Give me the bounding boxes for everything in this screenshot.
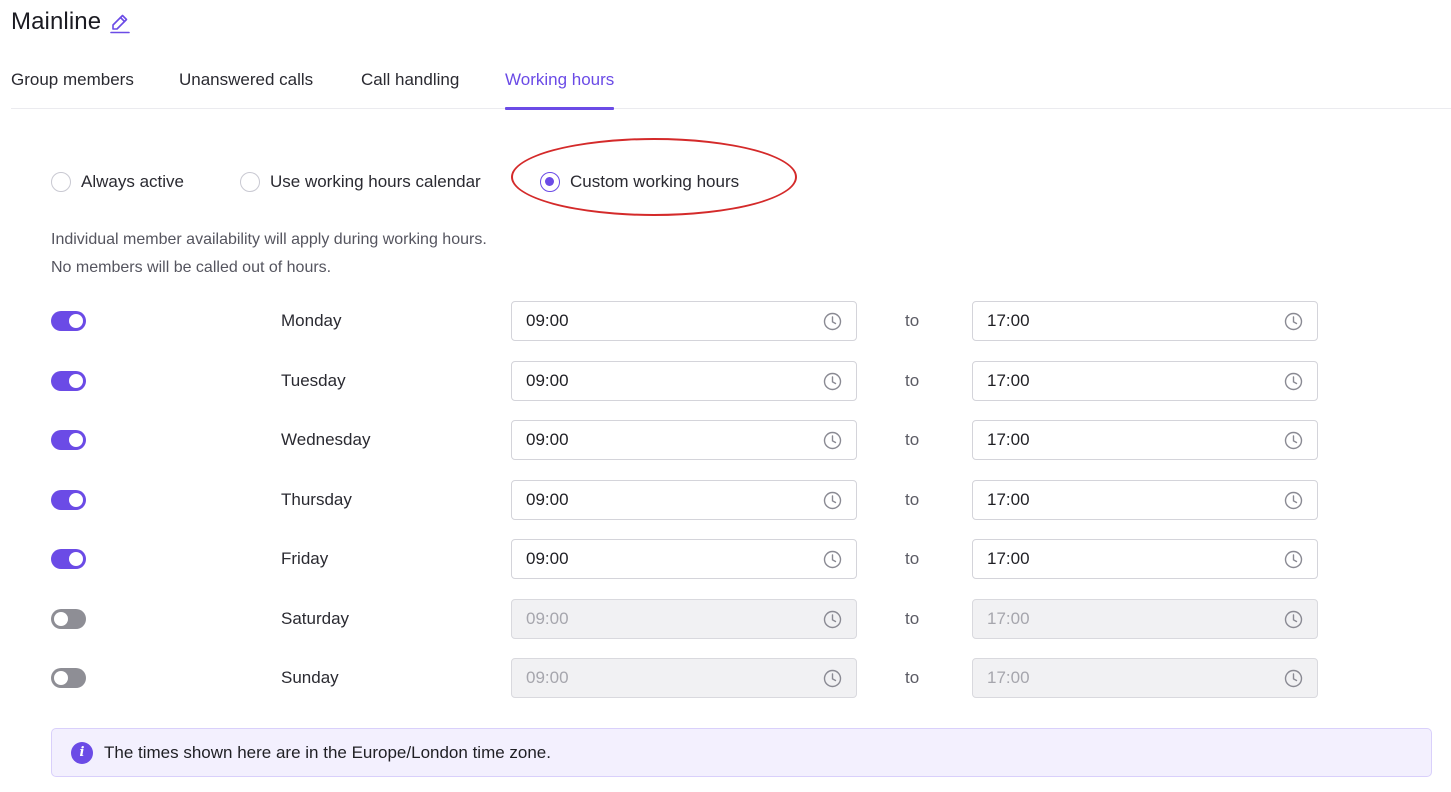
day-label: Sunday: [281, 668, 339, 687]
page-title: Mainline: [11, 8, 102, 35]
to-separator: to: [905, 311, 920, 330]
end-time-input[interactable]: 17:00: [972, 301, 1318, 341]
toggle-knob: [69, 433, 83, 447]
info-icon: i: [71, 741, 93, 764]
to-separator: to: [905, 490, 920, 509]
day-toggle[interactable]: [51, 490, 86, 510]
end-time-input[interactable]: 17:00: [972, 361, 1318, 401]
day-label: Monday: [281, 311, 342, 330]
end-time-value: 17:00: [987, 311, 1030, 330]
start-time-input: 09:00: [511, 658, 857, 698]
end-time-input[interactable]: 17:00: [972, 480, 1318, 520]
start-time-value: 09:00: [526, 549, 569, 568]
end-time-value: 17:00: [987, 549, 1030, 568]
clock-icon[interactable]: [823, 550, 842, 569]
clock-icon[interactable]: [823, 431, 842, 450]
availability-info-line-2: No members will be called out of hours.: [51, 259, 332, 276]
start-time-value: 09:00: [526, 311, 569, 330]
clock-icon: [1284, 610, 1303, 629]
end-time-input: 17:00: [972, 658, 1318, 698]
to-separator: to: [905, 609, 920, 628]
start-time-value: 09:00: [526, 668, 569, 687]
tab-bar: Group members Unanswered calls Call hand…: [11, 58, 1451, 110]
day-label: Wednesday: [281, 430, 371, 449]
start-time-input[interactable]: 09:00: [511, 361, 857, 401]
tab-working-hours[interactable]: Working hours: [505, 58, 615, 110]
start-time-input[interactable]: 09:00: [511, 420, 857, 460]
clock-icon[interactable]: [1284, 372, 1303, 391]
toggle-knob: [54, 612, 68, 626]
clock-icon[interactable]: [1284, 491, 1303, 510]
start-time-input[interactable]: 09:00: [511, 539, 857, 579]
day-row-sunday: Sunday 09:00 to 17:00: [51, 658, 1321, 698]
end-time-value: 17:00: [987, 668, 1030, 687]
radio-label: Custom working hours: [570, 172, 740, 191]
day-toggle[interactable]: [51, 549, 86, 569]
start-time-input: 09:00: [511, 599, 857, 639]
to-separator: to: [905, 430, 920, 449]
toggle-knob: [69, 552, 83, 566]
end-time-input[interactable]: 17:00: [972, 420, 1318, 460]
clock-icon: [1284, 669, 1303, 688]
clock-icon[interactable]: [823, 372, 842, 391]
day-row-saturday: Saturday 09:00 to 17:00: [51, 599, 1321, 639]
timezone-notice-text: The times shown here are in the Europe/L…: [104, 742, 551, 762]
start-time-value: 09:00: [526, 430, 569, 449]
end-time-value: 17:00: [987, 490, 1030, 509]
clock-icon[interactable]: [1284, 550, 1303, 569]
start-time-value: 09:00: [526, 371, 569, 390]
availability-info-line-1: Individual member availability will appl…: [51, 231, 487, 248]
day-row-friday: Friday 09:00 to 17:00: [51, 539, 1321, 579]
day-row-wednesday: Wednesday 09:00 to 17:00: [51, 420, 1321, 460]
toggle-knob: [69, 314, 83, 328]
toggle-knob: [54, 671, 68, 685]
end-time-value: 17:00: [987, 430, 1030, 449]
end-time-value: 17:00: [987, 371, 1030, 390]
end-time-input[interactable]: 17:00: [972, 539, 1318, 579]
radio-always-active[interactable]: Always active: [51, 170, 184, 194]
start-time-input[interactable]: 09:00: [511, 480, 857, 520]
tab-group-members[interactable]: Group members: [11, 58, 134, 109]
radio-button-selected[interactable]: [540, 172, 560, 192]
radio-label: Use working hours calendar: [270, 172, 481, 191]
radio-custom-working-hours[interactable]: Custom working hours: [540, 170, 739, 194]
clock-icon[interactable]: [823, 491, 842, 510]
end-time-value: 17:00: [987, 609, 1030, 628]
day-row-monday: Monday 09:00 to 17:00: [51, 301, 1321, 341]
pencil-icon[interactable]: [109, 12, 131, 34]
clock-icon[interactable]: [1284, 312, 1303, 331]
to-separator: to: [905, 668, 920, 687]
clock-icon[interactable]: [823, 312, 842, 331]
to-separator: to: [905, 371, 920, 390]
day-label: Thursday: [281, 490, 352, 509]
day-label: Saturday: [281, 609, 350, 628]
tab-call-handling[interactable]: Call handling: [361, 58, 459, 109]
start-time-value: 09:00: [526, 609, 569, 628]
day-row-thursday: Thursday 09:00 to 17:00: [51, 480, 1321, 520]
to-separator: to: [905, 549, 920, 568]
toggle-knob: [69, 374, 83, 388]
day-toggle[interactable]: [51, 609, 86, 629]
radio-button[interactable]: [51, 172, 71, 192]
timezone-notice: i The times shown here are in the Europe…: [51, 728, 1432, 777]
day-toggle[interactable]: [51, 430, 86, 450]
clock-icon[interactable]: [1284, 431, 1303, 450]
day-toggle[interactable]: [51, 311, 86, 331]
radio-button[interactable]: [240, 172, 260, 192]
page-header: Mainline: [11, 8, 131, 36]
clock-icon: [823, 610, 842, 629]
day-toggle[interactable]: [51, 371, 86, 391]
start-time-value: 09:00: [526, 490, 569, 509]
day-label: Friday: [281, 549, 329, 568]
radio-use-working-hours-calendar[interactable]: Use working hours calendar: [240, 170, 481, 194]
clock-icon: [823, 669, 842, 688]
start-time-input[interactable]: 09:00: [511, 301, 857, 341]
day-row-tuesday: Tuesday 09:00 to 17:00: [51, 361, 1321, 401]
end-time-input: 17:00: [972, 599, 1318, 639]
day-label: Tuesday: [281, 371, 346, 390]
tab-unanswered-calls[interactable]: Unanswered calls: [179, 58, 313, 109]
day-toggle[interactable]: [51, 668, 86, 688]
toggle-knob: [69, 493, 83, 507]
radio-label: Always active: [81, 172, 184, 191]
